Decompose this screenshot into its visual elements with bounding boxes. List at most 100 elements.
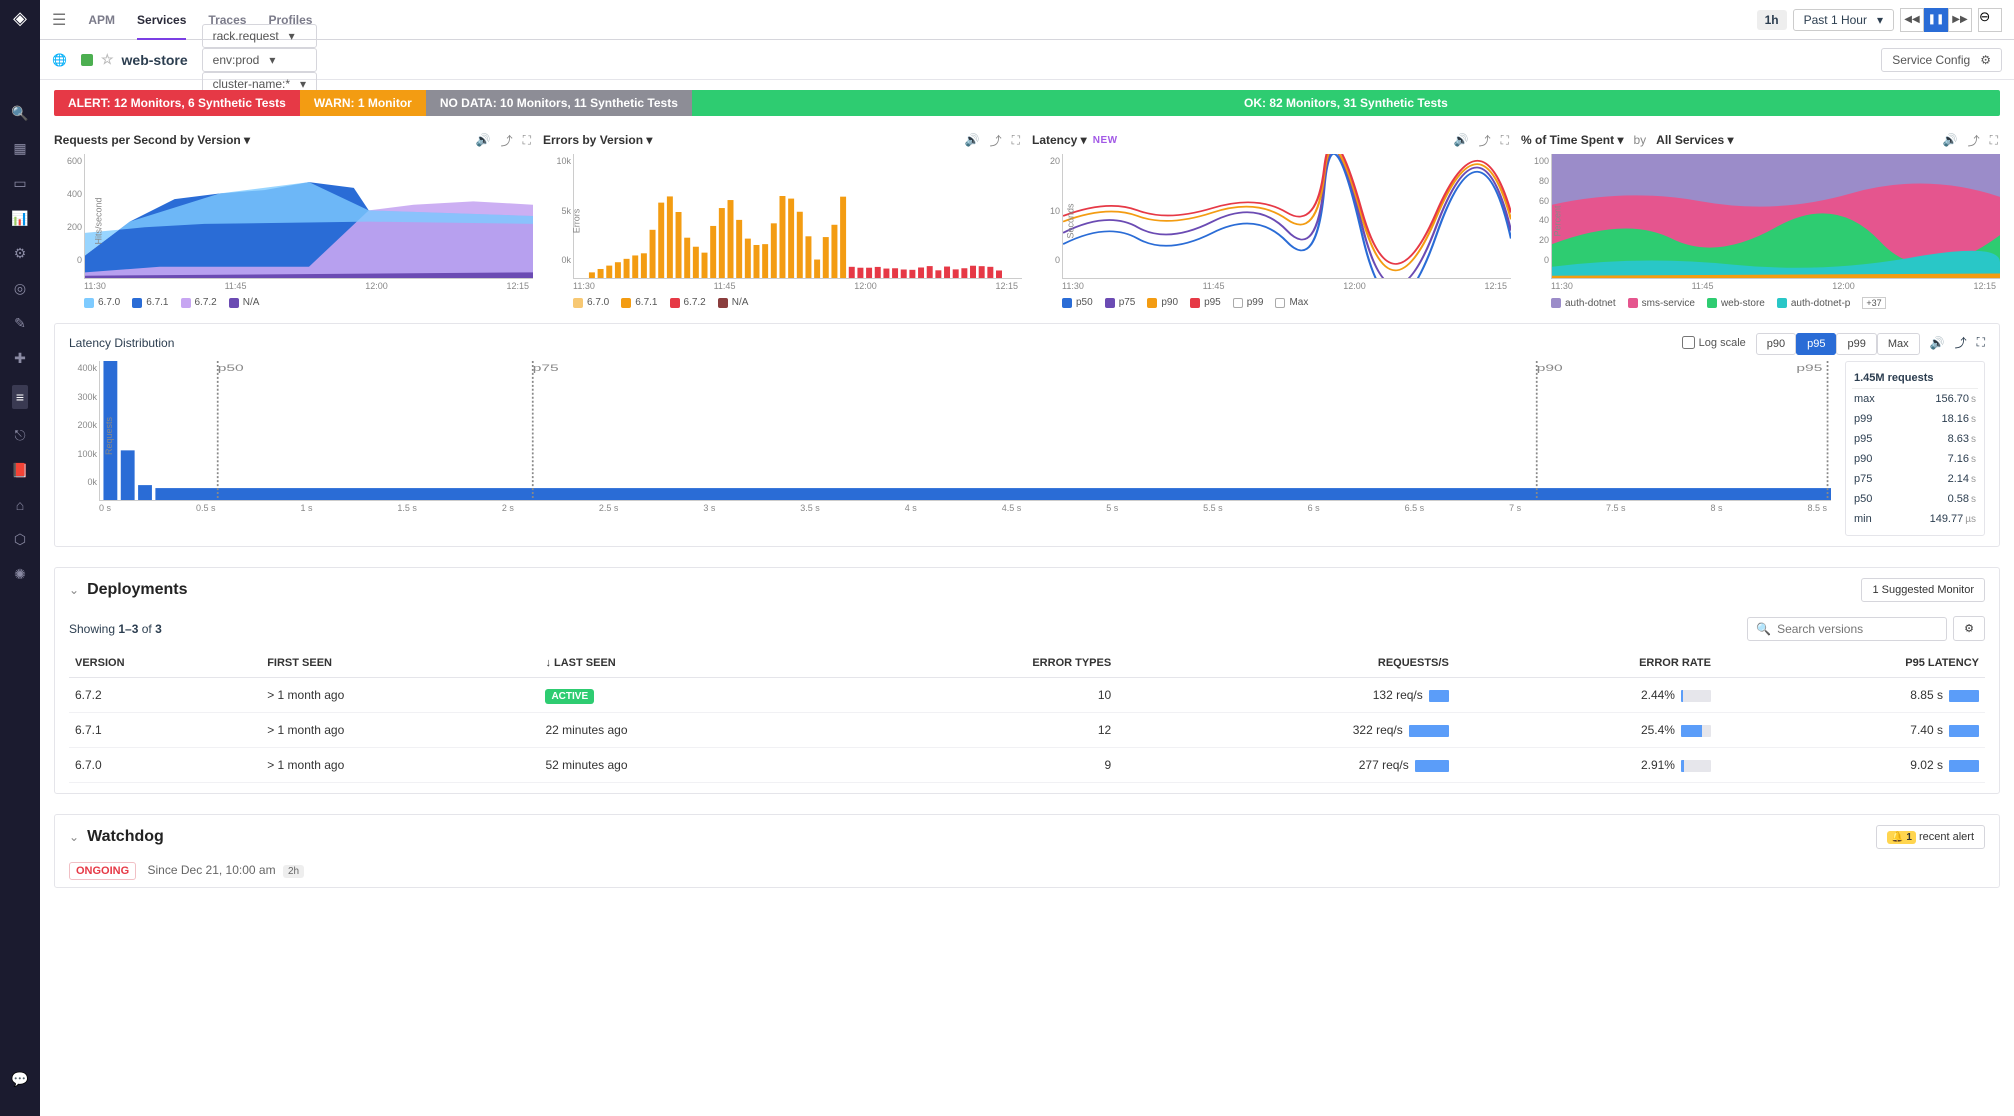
table-row[interactable]: 6.7.0 > 1 month ago 52 minutes ago 9 277… xyxy=(69,748,1985,783)
table-header[interactable]: FIRST SEEN xyxy=(261,649,539,678)
legend-item[interactable]: sms-service xyxy=(1628,297,1695,309)
chart-plot[interactable]: Hits/second xyxy=(84,154,533,279)
legend-item[interactable]: 6.7.2 xyxy=(181,297,217,308)
alert-segment-green[interactable]: OK: 82 Monitors, 31 Synthetic Tests xyxy=(692,90,2000,116)
fullscreen-icon[interactable]: ⛶ xyxy=(1010,133,1022,148)
chart-title[interactable]: Requests per Second by Version ▾ xyxy=(54,133,250,147)
export-icon[interactable]: ⤴ xyxy=(1477,132,1493,149)
percentile-option[interactable]: Max xyxy=(1877,333,1920,355)
fullscreen-icon[interactable]: ⛶ xyxy=(521,133,533,148)
export-icon[interactable]: ⤴ xyxy=(1966,132,1982,149)
legend-item[interactable]: N/A xyxy=(229,297,260,308)
link-nav-icon[interactable]: ⎋ xyxy=(14,427,25,444)
suggested-monitor-button[interactable]: 1 Suggested Monitor xyxy=(1861,578,1985,602)
fullscreen-icon[interactable]: ⛶ xyxy=(1499,133,1511,148)
watchdog-icon[interactable]: 🔊 xyxy=(474,133,493,147)
infra-nav-icon[interactable]: ⌂ xyxy=(16,497,24,513)
watchdog-icon[interactable]: 🔊 xyxy=(963,133,982,147)
legend-item[interactable]: auth-dotnet xyxy=(1551,297,1616,309)
chevron-down-icon[interactable]: ⌄ xyxy=(69,583,79,597)
table-header[interactable]: ↓ LAST SEEN xyxy=(539,649,833,678)
recent-alert-badge[interactable]: 🔔 1 recent alert xyxy=(1876,825,1985,849)
table-settings-button[interactable]: ⚙ xyxy=(1953,616,1985,641)
alert-segment-gray[interactable]: NO DATA: 10 Monitors, 11 Synthetic Tests xyxy=(426,90,692,116)
table-header[interactable]: ERROR TYPES xyxy=(833,649,1117,678)
pause-button[interactable]: ❚❚ xyxy=(1924,8,1948,32)
chat-nav-icon[interactable]: 💬 xyxy=(11,1071,28,1088)
binoculars-nav-icon[interactable]: ▦ xyxy=(13,140,26,157)
legend-item[interactable]: 6.7.0 xyxy=(573,297,609,308)
globe-icon[interactable]: 🌐 xyxy=(52,53,67,67)
latency-histogram[interactable]: p50 p75 p90 p95 Requests xyxy=(99,361,1831,501)
percentile-option[interactable]: p95 xyxy=(1796,333,1836,355)
filter-pill[interactable]: env:prod ▾ xyxy=(202,48,317,72)
zoom-out-button[interactable]: ⊖ xyxy=(1978,8,2002,32)
chevron-down-icon[interactable]: ⌄ xyxy=(69,830,79,844)
dashboard-nav-icon[interactable]: ▭ xyxy=(13,175,26,192)
alert-segment-red[interactable]: ALERT: 12 Monitors, 6 Synthetic Tests xyxy=(54,90,300,116)
legend-item[interactable]: p90 xyxy=(1147,297,1178,308)
chart-plot[interactable]: Percent xyxy=(1551,154,2000,279)
chevron-down-icon: ▾ xyxy=(1877,13,1883,27)
legend-item[interactable]: p99 xyxy=(1233,297,1264,308)
alert-segment-orange[interactable]: WARN: 1 Monitor xyxy=(300,90,426,116)
watchdog-icon[interactable]: 🔊 xyxy=(1452,133,1471,147)
star-icon[interactable]: ☆ xyxy=(101,51,114,68)
table-header[interactable]: P95 LATENCY xyxy=(1717,649,1985,678)
gear-nav-icon[interactable]: ✺ xyxy=(14,566,26,583)
chart-title[interactable]: Errors by Version ▾ xyxy=(543,133,652,147)
legend-more[interactable]: +37 xyxy=(1862,297,1885,309)
nav-tab-services[interactable]: Services xyxy=(137,2,186,40)
export-icon[interactable]: ⤴ xyxy=(988,132,1004,149)
integrations-nav-icon[interactable]: ⚙ xyxy=(14,245,27,262)
menu-icon[interactable]: ☰ xyxy=(52,10,66,30)
export-icon[interactable]: ⤴ xyxy=(1955,334,1967,351)
filter-pill[interactable]: rack.request ▾ xyxy=(202,24,317,48)
legend-item[interactable]: auth-dotnet-p xyxy=(1777,297,1851,309)
table-header[interactable]: REQUESTS/S xyxy=(1117,649,1455,678)
legend-item[interactable]: Max xyxy=(1275,297,1308,308)
legend-item[interactable]: p50 xyxy=(1062,297,1093,308)
security-nav-icon[interactable]: ⬡ xyxy=(14,531,26,548)
list-nav-icon[interactable]: ≡ xyxy=(12,385,28,409)
legend-item[interactable]: p75 xyxy=(1105,297,1136,308)
chart-plot[interactable]: Seconds xyxy=(1062,154,1511,279)
legend-item[interactable]: 6.7.2 xyxy=(670,297,706,308)
rewind-button[interactable]: ◀◀ xyxy=(1900,8,1924,32)
notebook-nav-icon[interactable]: ✎ xyxy=(14,315,26,332)
chart-plot[interactable]: Errors xyxy=(573,154,1022,279)
table-header[interactable]: VERSION xyxy=(69,649,261,678)
percentile-option[interactable]: p90 xyxy=(1756,333,1796,355)
monitor-status-bar[interactable]: ALERT: 12 Monitors, 6 Synthetic Tests WA… xyxy=(54,90,2000,116)
plugins-nav-icon[interactable]: ✚ xyxy=(14,350,26,367)
legend-item[interactable]: web-store xyxy=(1707,297,1765,309)
datadog-logo-icon[interactable]: ◈ xyxy=(13,8,27,29)
metrics-nav-icon[interactable]: 📊 xyxy=(11,210,28,227)
table-row[interactable]: 6.7.2 > 1 month ago ACTIVE 10 132 req/s … xyxy=(69,678,1985,713)
watchdog-icon[interactable]: 🔊 xyxy=(1930,336,1945,350)
table-header[interactable]: ERROR RATE xyxy=(1455,649,1717,678)
legend-item[interactable]: N/A xyxy=(718,297,749,308)
forward-button[interactable]: ▶▶ xyxy=(1948,8,1972,32)
fullscreen-icon[interactable]: ⛶ xyxy=(1977,335,1985,350)
export-icon[interactable]: ⤴ xyxy=(499,132,515,149)
table-row[interactable]: 6.7.1 > 1 month ago 22 minutes ago 12 32… xyxy=(69,713,1985,748)
chart-title[interactable]: % of Time Spent ▾ xyxy=(1521,133,1623,147)
legend-item[interactable]: 6.7.1 xyxy=(621,297,657,308)
book-nav-icon[interactable]: 📕 xyxy=(11,462,28,479)
search-nav-icon[interactable]: 🔍 xyxy=(11,105,28,122)
chart-title[interactable]: Latency ▾ xyxy=(1032,133,1087,147)
legend-item[interactable]: 6.7.0 xyxy=(84,297,120,308)
fullscreen-icon[interactable]: ⛶ xyxy=(1988,133,2000,148)
legend-item[interactable]: p95 xyxy=(1190,297,1221,308)
time-range-selector[interactable]: Past 1 Hour ▾ xyxy=(1793,9,1894,31)
log-scale-checkbox[interactable]: Log scale xyxy=(1682,336,1746,349)
percentile-option[interactable]: p99 xyxy=(1836,333,1876,355)
nav-tab-apm[interactable]: APM xyxy=(88,2,115,38)
by-selector[interactable]: All Services ▾ xyxy=(1656,133,1733,147)
service-config-button[interactable]: Service Config ⚙ xyxy=(1881,48,2002,72)
watchdog-icon[interactable]: 🔊 xyxy=(1941,133,1960,147)
legend-item[interactable]: 6.7.1 xyxy=(132,297,168,308)
apm-nav-icon[interactable]: ◎ xyxy=(14,280,26,297)
version-search-input[interactable]: 🔍 xyxy=(1747,617,1947,641)
